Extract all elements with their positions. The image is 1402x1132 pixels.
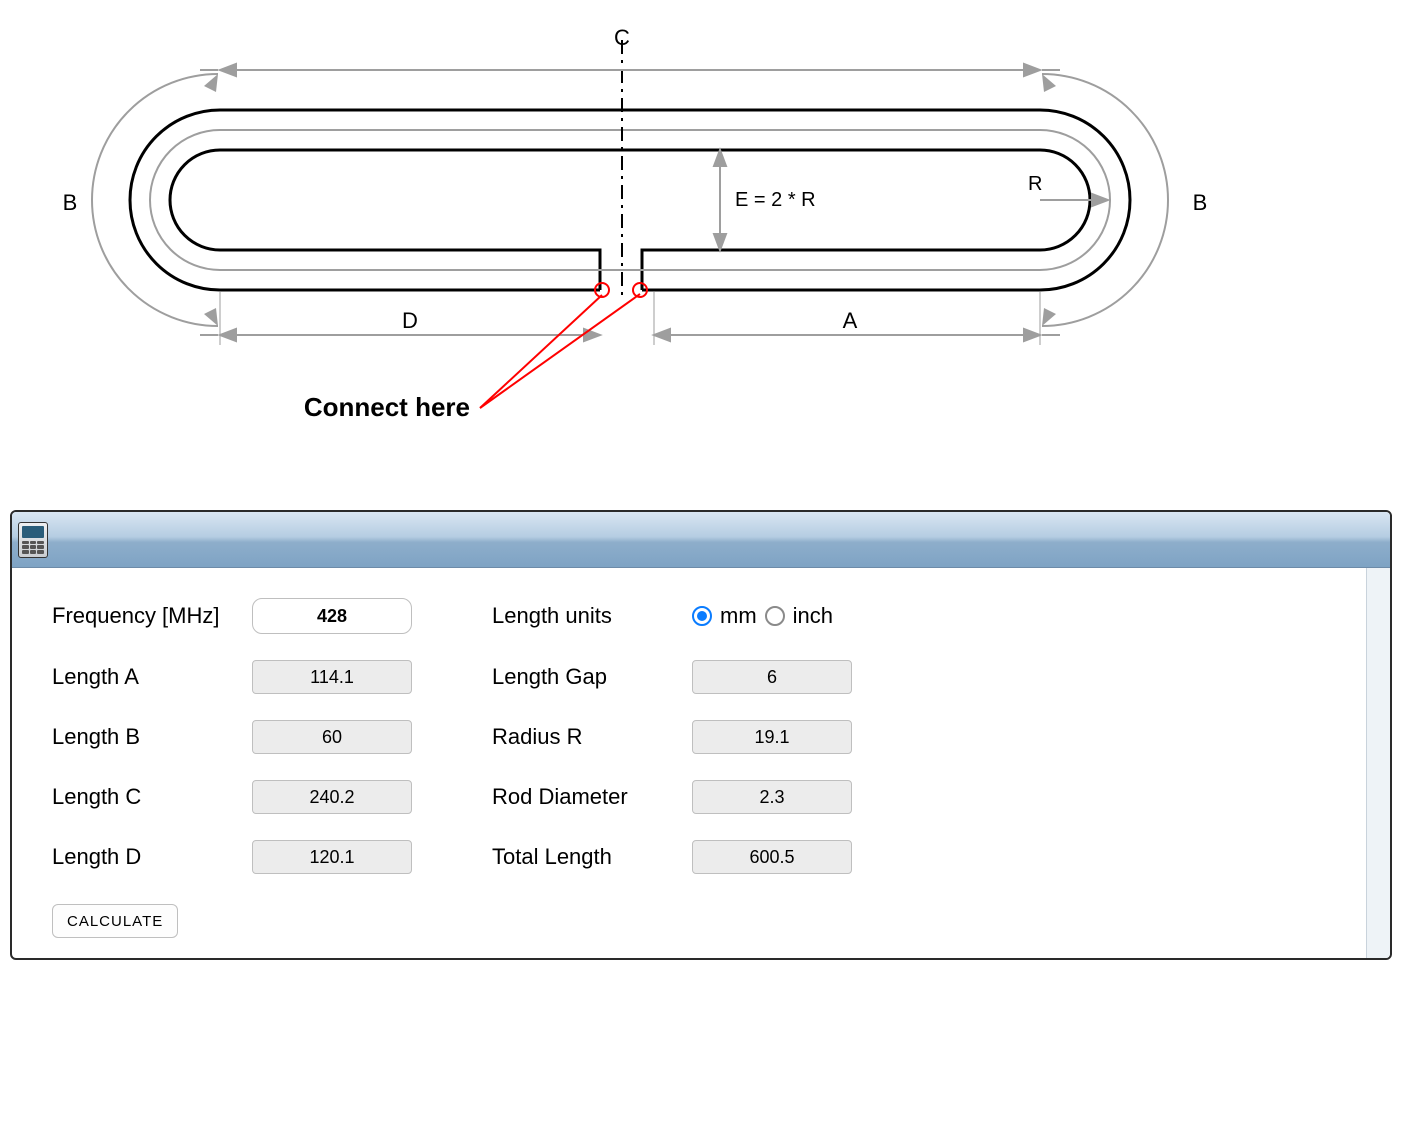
radius-output: 19.1: [692, 720, 852, 754]
length-c-label: Length C: [52, 784, 252, 810]
length-a-label: Length A: [52, 664, 252, 690]
frequency-label: Frequency [MHz]: [52, 603, 252, 629]
calculator-icon: [18, 522, 48, 558]
panel-titlebar: [12, 512, 1390, 568]
total-label: Total Length: [492, 844, 692, 870]
dim-label-c: C: [614, 25, 630, 50]
calculator-form: Frequency [MHz] 428 Length units mm inch…: [12, 568, 1366, 958]
radius-label: Radius R: [492, 724, 692, 750]
connect-here-label: Connect here: [304, 392, 470, 422]
calculator-panel: Frequency [MHz] 428 Length units mm inch…: [10, 510, 1392, 960]
dim-label-b-right: B: [1193, 190, 1208, 215]
rod-label: Rod Diameter: [492, 784, 692, 810]
radio-mm-label: mm: [720, 603, 757, 629]
dipole-diagram: C B B D A: [0, 0, 1402, 470]
radio-inch[interactable]: [765, 606, 785, 626]
length-a-output: 114.1: [252, 660, 412, 694]
panel-scroll-gutter[interactable]: [1366, 568, 1390, 958]
calculate-button[interactable]: CALCULATE: [52, 904, 178, 938]
frequency-input[interactable]: 428: [252, 598, 412, 634]
gap-output: 6: [692, 660, 852, 694]
dim-label-d: D: [402, 308, 418, 333]
length-d-output: 120.1: [252, 840, 412, 874]
length-b-output: 60: [252, 720, 412, 754]
radio-mm[interactable]: [692, 606, 712, 626]
dim-label-a: A: [843, 308, 858, 333]
length-d-label: Length D: [52, 844, 252, 870]
units-label: Length units: [492, 603, 692, 629]
units-radio-group: mm inch: [692, 603, 1346, 629]
length-c-output: 240.2: [252, 780, 412, 814]
dim-label-b-left: B: [63, 190, 78, 215]
radio-inch-label: inch: [793, 603, 833, 629]
total-output: 600.5: [692, 840, 852, 874]
rod-output: 2.3: [692, 780, 852, 814]
length-b-label: Length B: [52, 724, 252, 750]
dim-label-r: R: [1028, 173, 1042, 195]
dim-label-e: E = 2 * R: [735, 189, 816, 211]
gap-label: Length Gap: [492, 664, 692, 690]
